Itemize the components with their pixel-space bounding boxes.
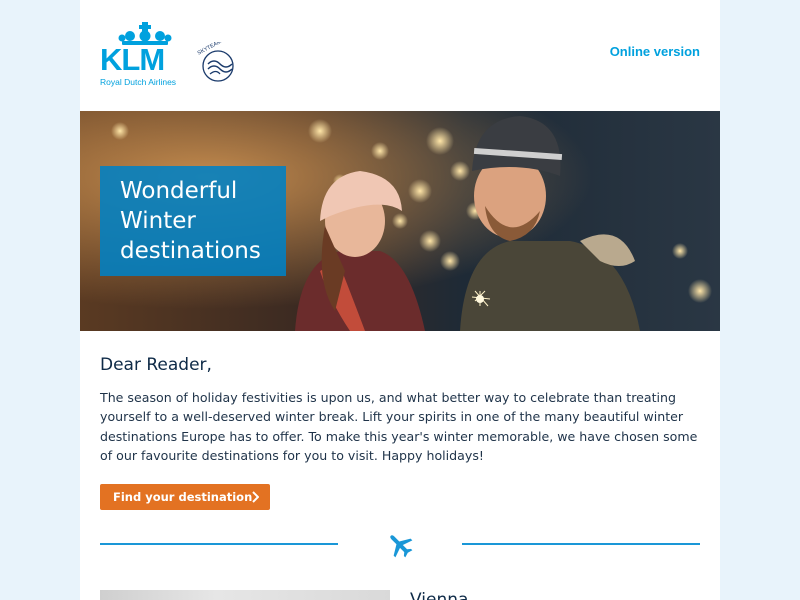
find-destination-label: Find your destination [113, 490, 253, 504]
vienna-image[interactable] [100, 590, 390, 600]
destination-title[interactable]: Vienna [410, 590, 468, 600]
email-header: KLM Royal Dutch Airlines SKYTEAM Online … [80, 0, 720, 111]
klm-subtitle: Royal Dutch Airlines [100, 77, 177, 87]
airplane-icon [390, 535, 413, 558]
email-container: KLM Royal Dutch Airlines SKYTEAM Online … [80, 0, 720, 600]
skyteam-icon: SKYTEAM [197, 42, 234, 82]
intro-paragraph: The season of holiday festivities is upo… [100, 390, 698, 464]
hero-title-line-3: destinations [120, 238, 261, 264]
online-version-link[interactable]: Online version [610, 44, 700, 59]
klm-logo[interactable]: KLM Royal Dutch Airlines [100, 22, 190, 92]
greeting: Dear Reader, [100, 355, 212, 375]
skyteam-text: SKYTEAM [197, 42, 223, 57]
hero-title-line-1: Wonderful [120, 178, 238, 204]
chevron-right-icon [252, 491, 259, 503]
divider-left [100, 543, 338, 545]
klm-wordmark: KLM [100, 42, 165, 77]
hero-title-box: Wonderful Winter destinations [100, 166, 286, 276]
hero-title-line-2: Winter [120, 208, 196, 234]
divider-right [462, 543, 700, 545]
hero-banner[interactable]: Wonderful Winter destinations [80, 111, 720, 331]
find-destination-button[interactable]: Find your destination [100, 484, 270, 510]
